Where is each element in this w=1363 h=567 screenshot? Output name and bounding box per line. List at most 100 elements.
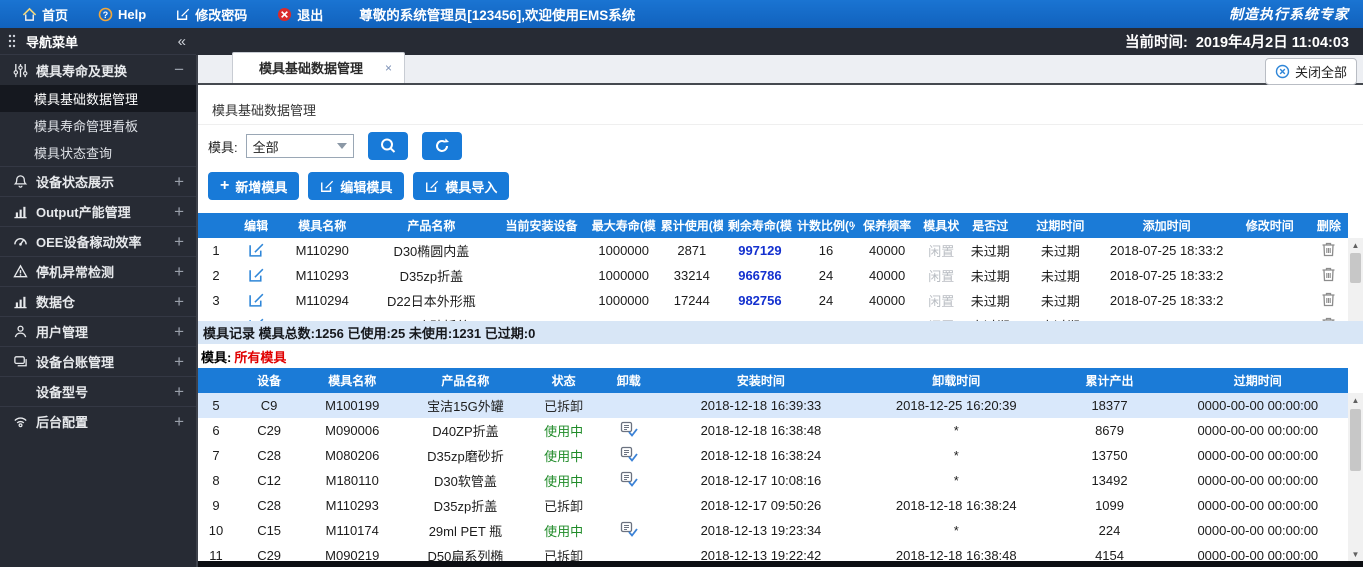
sidebar-sub-item[interactable]: 模具基础数据管理	[0, 85, 196, 112]
sidebar-group-item[interactable]: 数据仓+	[0, 286, 196, 316]
expand-plus-icon[interactable]: +	[174, 352, 184, 372]
sidebar-group-item[interactable]: 模具寿命及更换−	[0, 55, 196, 85]
cell-unload	[597, 543, 661, 561]
expand-plus-icon[interactable]: +	[174, 412, 184, 432]
table-row[interactable]: 10C15M11017429ml PET 瓶使用中2018-12-13 19:2…	[198, 518, 1348, 543]
scrollbar-thumb[interactable]	[1350, 253, 1361, 283]
table-row[interactable]: 8C12M180110D30软管盖使用中2018-12-17 10:08:16*…	[198, 468, 1348, 493]
search-button[interactable]	[368, 132, 408, 160]
unload-mold-icon[interactable]	[597, 518, 661, 543]
change-password-button[interactable]: 修改密码	[176, 5, 247, 24]
tab-close-icon[interactable]: ×	[385, 61, 392, 75]
cell-status: 使用中	[531, 518, 597, 543]
sidebar-group-item[interactable]: 设备台账管理+	[0, 346, 196, 376]
expand-plus-icon[interactable]: +	[174, 322, 184, 342]
scroll-down-icon[interactable]: ▼	[1348, 547, 1363, 561]
mold-table-scrollbar[interactable]: ▲	[1348, 238, 1363, 321]
cell-expired: 未过期	[963, 238, 1017, 263]
table-header-row: 编辑模具名称产品名称当前安装设备最大寿命(模累计使用(模剩余寿命(模计数比例(%…	[198, 213, 1348, 238]
cell-expired: 未过期	[963, 288, 1017, 313]
table-row[interactable]: 5C9M100199宝洁15G外罐已拆卸2018-12-18 16:39:332…	[198, 393, 1348, 418]
sidebar-group-item[interactable]: 停机异常检测+	[0, 256, 196, 286]
sidebar-sub-item[interactable]: 模具状态查询	[0, 139, 196, 166]
cell-product: D35zp折盖	[366, 263, 496, 288]
column-header: 卸载时间	[861, 368, 1051, 393]
sidebar-group-item[interactable]: Output产能管理+	[0, 196, 196, 226]
table-row[interactable]: 11C29M090219D50扁系列椭已拆卸2018-12-13 19:22:4…	[198, 543, 1348, 561]
cell-expired: 未过期	[963, 313, 1017, 321]
table-row[interactable]: 1M110290D30椭圆内盖100000028719971291640000闲…	[198, 238, 1348, 263]
sidebar-group-item[interactable]: 设备状态展示+	[0, 166, 196, 196]
cell-product: 29ml PET 瓶	[400, 518, 530, 543]
cell-freq: 40000	[855, 288, 919, 313]
sidebar-sub-item[interactable]: 模具寿命管理看板	[0, 112, 196, 139]
cell-status: 使用中	[531, 418, 597, 443]
sidebar-group-item[interactable]: 设备型号+	[0, 376, 196, 406]
cell-output: 18377	[1051, 393, 1167, 418]
scrollbar-thumb[interactable]	[1350, 409, 1361, 471]
tab-mold-basic-data[interactable]: 模具基础数据管理 ×	[232, 52, 405, 83]
cell-output: 13750	[1051, 443, 1167, 468]
chart-icon	[10, 294, 30, 309]
cell-expire: 0000-00-00 00:00:00	[1168, 543, 1348, 561]
home-button[interactable]: 首页	[22, 5, 68, 24]
mold-filter-select[interactable]: 全部	[246, 134, 354, 158]
cell-freq: 40000	[855, 313, 919, 321]
logout-label: 退出	[297, 5, 323, 24]
import-mold-button[interactable]: 模具导入	[413, 172, 509, 200]
edit-mold-button[interactable]: 编辑模具	[308, 172, 404, 200]
edit-row-icon[interactable]	[234, 288, 278, 313]
sidebar-group-item[interactable]: OEE设备稼动效率+	[0, 226, 196, 256]
edit-row-icon[interactable]	[234, 238, 278, 263]
unload-mold-icon[interactable]	[597, 443, 661, 468]
scroll-up-icon[interactable]: ▲	[1348, 393, 1363, 407]
current-time: 当前时间: 2019年4月2日 11:04:03	[1125, 31, 1363, 52]
refresh-button[interactable]	[422, 132, 462, 160]
bell-icon	[10, 174, 30, 189]
expand-plus-icon[interactable]: +	[174, 262, 184, 282]
table-row[interactable]: 4M110306D50磨砂折盖1000000130639869371640000…	[198, 313, 1348, 321]
delete-row-icon[interactable]	[1310, 263, 1348, 288]
table-row[interactable]: 6C29M090006D40ZP折盖使用中2018-12-18 16:38:48…	[198, 418, 1348, 443]
cell-num: 5	[198, 393, 234, 418]
expand-plus-icon[interactable]: +	[174, 202, 184, 222]
delete-row-icon[interactable]	[1310, 238, 1348, 263]
sidebar-collapse-button[interactable]: «	[178, 33, 186, 50]
delete-row-icon[interactable]	[1310, 313, 1348, 321]
cell-device: C28	[234, 443, 304, 468]
table-row[interactable]: 9C28M110293D35zp折盖已拆卸2018-12-17 09:50:26…	[198, 493, 1348, 518]
cell-used: 33214	[661, 263, 723, 288]
cell-num: 9	[198, 493, 234, 518]
expand-plus-icon[interactable]: +	[174, 382, 184, 402]
wifi-icon	[10, 414, 30, 429]
collapse-minus-icon[interactable]: −	[174, 60, 184, 80]
cell-uninstall: *	[861, 443, 1051, 468]
cell-remain: 982756	[723, 288, 797, 313]
install-table-scrollbar[interactable]: ▲ ▼	[1348, 393, 1363, 561]
cell-device: C28	[234, 493, 304, 518]
table-row[interactable]: 7C28M080206D35zp磨砂折使用中2018-12-18 16:38:2…	[198, 443, 1348, 468]
table-row[interactable]: 3M110294D22日本外形瓶100000017244982756244000…	[198, 288, 1348, 313]
delete-row-icon[interactable]	[1310, 288, 1348, 313]
edit-row-icon[interactable]	[234, 313, 278, 321]
sidebar-group-item[interactable]: 用户管理+	[0, 316, 196, 346]
edit-row-icon[interactable]	[234, 263, 278, 288]
help-button[interactable]: ? Help	[98, 7, 146, 22]
add-mold-button[interactable]: + 新增模具	[208, 172, 299, 200]
close-all-tabs-button[interactable]: 关闭全部	[1265, 58, 1357, 85]
table-row[interactable]: 2M110293D35zp折盖1000000332149667862440000…	[198, 263, 1348, 288]
expand-plus-icon[interactable]: +	[174, 232, 184, 252]
cell-num: 7	[198, 443, 234, 468]
unload-mold-icon[interactable]	[597, 468, 661, 493]
unload-mold-icon[interactable]	[597, 418, 661, 443]
expand-plus-icon[interactable]: +	[174, 292, 184, 312]
search-icon	[378, 136, 398, 156]
sidebar-group-item[interactable]: 后台配置+	[0, 406, 196, 436]
cell-name: M110290	[278, 238, 366, 263]
logout-button[interactable]: 退出	[277, 5, 323, 24]
expand-plus-icon[interactable]: +	[174, 172, 184, 192]
window-bottom-edge	[198, 561, 1363, 567]
cell-output: 8679	[1051, 418, 1167, 443]
cell-install: 2018-12-13 19:22:42	[661, 543, 861, 561]
scroll-up-icon[interactable]: ▲	[1348, 238, 1363, 252]
